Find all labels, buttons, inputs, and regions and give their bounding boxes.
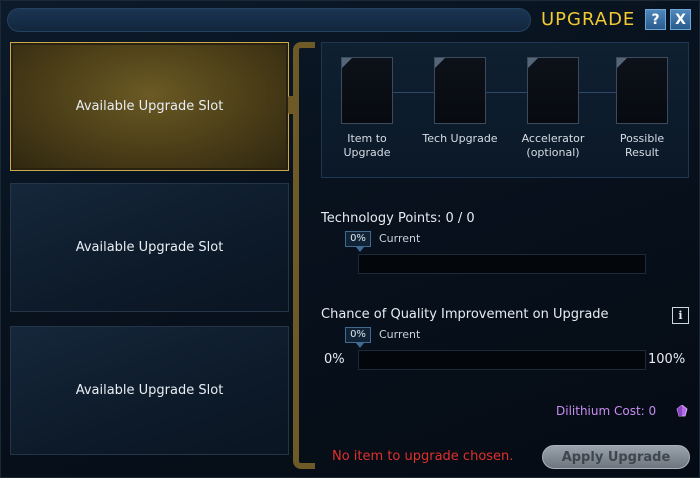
- help-button[interactable]: ?: [645, 9, 666, 30]
- upgrade-slot-2[interactable]: Available Upgrade Slot: [10, 183, 289, 312]
- quality-current-label: Current: [379, 328, 421, 341]
- step-label: Tech Upgrade: [422, 132, 498, 145]
- tech-points-current-label: Current: [379, 232, 421, 245]
- accelerator-slot[interactable]: [527, 57, 579, 124]
- quality-chance-label: Chance of Quality Improvement on Upgrade: [321, 307, 609, 322]
- status-error-message: No item to upgrade chosen.: [332, 449, 514, 464]
- tech-points-progress-bar: [358, 254, 646, 274]
- upgrade-slot-label: Available Upgrade Slot: [75, 383, 224, 398]
- title-bar-drag-area[interactable]: [7, 8, 531, 32]
- upgrade-workflow-panel: Item to Upgrade Tech Upgrade Accelerator…: [321, 42, 689, 178]
- workflow-step-item: Item to Upgrade: [327, 57, 407, 160]
- possible-result-slot: [616, 57, 668, 124]
- tech-upgrade-slot[interactable]: [434, 57, 486, 124]
- step-label: Accelerator (optional): [521, 132, 585, 159]
- dilithium-cost-label: Dilithium Cost: 0: [556, 404, 657, 418]
- workflow-step-result: Possible Result: [602, 57, 682, 160]
- quality-bar-max-label: 100%: [648, 352, 686, 367]
- upgrade-slot-label: Available Upgrade Slot: [75, 99, 224, 114]
- upgrade-slot-3[interactable]: Available Upgrade Slot: [10, 326, 289, 455]
- info-icon[interactable]: i: [672, 307, 689, 324]
- panel-divider-notch: [288, 96, 296, 114]
- technology-points-label: Technology Points: 0 / 0: [321, 211, 475, 226]
- workflow-step-tech: Tech Upgrade: [420, 57, 500, 146]
- panel-divider-rail: [293, 42, 315, 469]
- workflow-step-accelerator: Accelerator (optional): [513, 57, 593, 160]
- upgrade-window: UPGRADE ? X Available Upgrade Slot Avail…: [0, 0, 700, 478]
- quality-bar-min-label: 0%: [324, 352, 345, 367]
- window-title: UPGRADE: [541, 9, 636, 30]
- step-label: Item to Upgrade: [343, 132, 391, 159]
- apply-upgrade-button[interactable]: Apply Upgrade: [542, 445, 690, 469]
- close-button[interactable]: X: [670, 9, 691, 30]
- dilithium-crystal-icon: [676, 405, 688, 417]
- upgrade-slot-1[interactable]: Available Upgrade Slot: [10, 42, 289, 171]
- quality-progress-bar: [358, 350, 646, 370]
- step-label: Possible Result: [619, 132, 665, 159]
- tech-points-percent-badge: 0%: [345, 231, 371, 252]
- item-to-upgrade-slot[interactable]: [341, 57, 393, 124]
- upgrade-slot-label: Available Upgrade Slot: [75, 240, 224, 255]
- quality-percent-badge: 0%: [345, 327, 371, 348]
